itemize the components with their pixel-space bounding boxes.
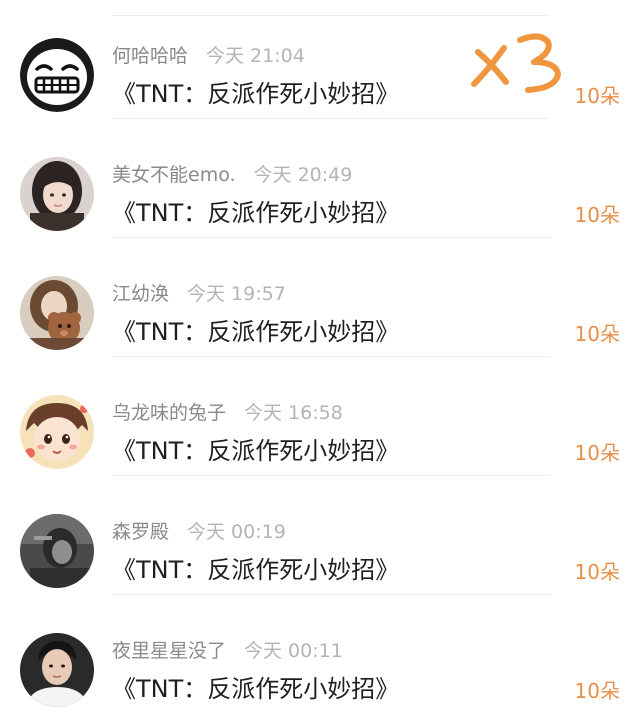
girl-with-teddy-avatar <box>20 276 94 350</box>
list-item[interactable]: 乌龙味的兔子 今天 16:58 《TNT：反派作死小妙招》 10朵 <box>0 357 640 476</box>
sender-info: 夜里星星没了 今天 00:11 <box>112 637 343 665</box>
avatar[interactable] <box>20 514 94 588</box>
dark-photo-avatar <box>20 514 94 588</box>
gift-count: 10朵 <box>574 441 620 465</box>
sender-name[interactable]: 美女不能emo. <box>112 164 236 186</box>
message-text: 《TNT：反派作死小妙招》 <box>112 556 400 584</box>
avatar[interactable] <box>20 633 94 707</box>
timestamp: 今天 21:04 <box>206 45 305 67</box>
message-text: 《TNT：反派作死小妙招》 <box>112 80 400 108</box>
list-item[interactable]: 美女不能emo. 今天 20:49 《TNT：反派作死小妙招》 10朵 <box>0 119 640 238</box>
avatar[interactable] <box>20 276 94 350</box>
list-item[interactable]: 森罗殿 今天 00:19 《TNT：反派作死小妙招》 10朵 <box>0 476 640 595</box>
sender-info: 江幼涣 今天 19:57 <box>112 280 286 308</box>
timestamp: 今天 00:11 <box>244 640 343 662</box>
gift-count: 10朵 <box>574 322 620 346</box>
timestamp: 今天 20:49 <box>253 164 353 186</box>
avatar[interactable] <box>20 38 94 112</box>
sender-name[interactable]: 何哈哈哈 <box>112 45 188 67</box>
sender-name[interactable]: 森罗殿 <box>112 521 169 543</box>
sender-info: 美女不能emo. 今天 20:49 <box>112 161 352 189</box>
message-text: 《TNT：反派作死小妙招》 <box>112 318 400 346</box>
sender-name[interactable]: 乌龙味的兔子 <box>112 402 226 424</box>
sender-name[interactable]: 夜里星星没了 <box>112 640 226 662</box>
avatar[interactable] <box>20 395 94 469</box>
sender-info: 乌龙味的兔子 今天 16:58 <box>112 399 343 427</box>
girl-photo-avatar <box>20 157 94 231</box>
cartoon-boy-avatar <box>20 395 94 469</box>
message-text: 《TNT：反派作死小妙招》 <box>112 675 400 703</box>
message-text: 《TNT：反派作死小妙招》 <box>112 199 400 227</box>
gift-count: 10朵 <box>574 84 620 108</box>
avatar[interactable] <box>20 157 94 231</box>
sender-info: 森罗殿 今天 00:19 <box>112 518 286 546</box>
handwritten-x3-annotation: x3 <box>466 30 570 96</box>
sender-name[interactable]: 江幼涣 <box>112 283 169 305</box>
sender-info: 何哈哈哈 今天 21:04 <box>112 42 305 70</box>
message-text: 《TNT：反派作死小妙招》 <box>112 437 400 465</box>
gift-count: 10朵 <box>574 560 620 584</box>
timestamp: 今天 00:19 <box>187 521 286 543</box>
boy-photo-avatar <box>20 633 94 707</box>
timestamp: 今天 19:57 <box>187 283 286 305</box>
timestamp: 今天 16:58 <box>244 402 343 424</box>
gift-count: 10朵 <box>574 203 620 227</box>
list-item[interactable]: 夜里星星没了 今天 00:11 《TNT：反派作死小妙招》 10朵 <box>0 595 640 714</box>
list-item[interactable]: 江幼涣 今天 19:57 《TNT：反派作死小妙招》 10朵 <box>0 238 640 357</box>
gift-count: 10朵 <box>574 679 620 703</box>
grinning-face-icon <box>20 38 94 112</box>
